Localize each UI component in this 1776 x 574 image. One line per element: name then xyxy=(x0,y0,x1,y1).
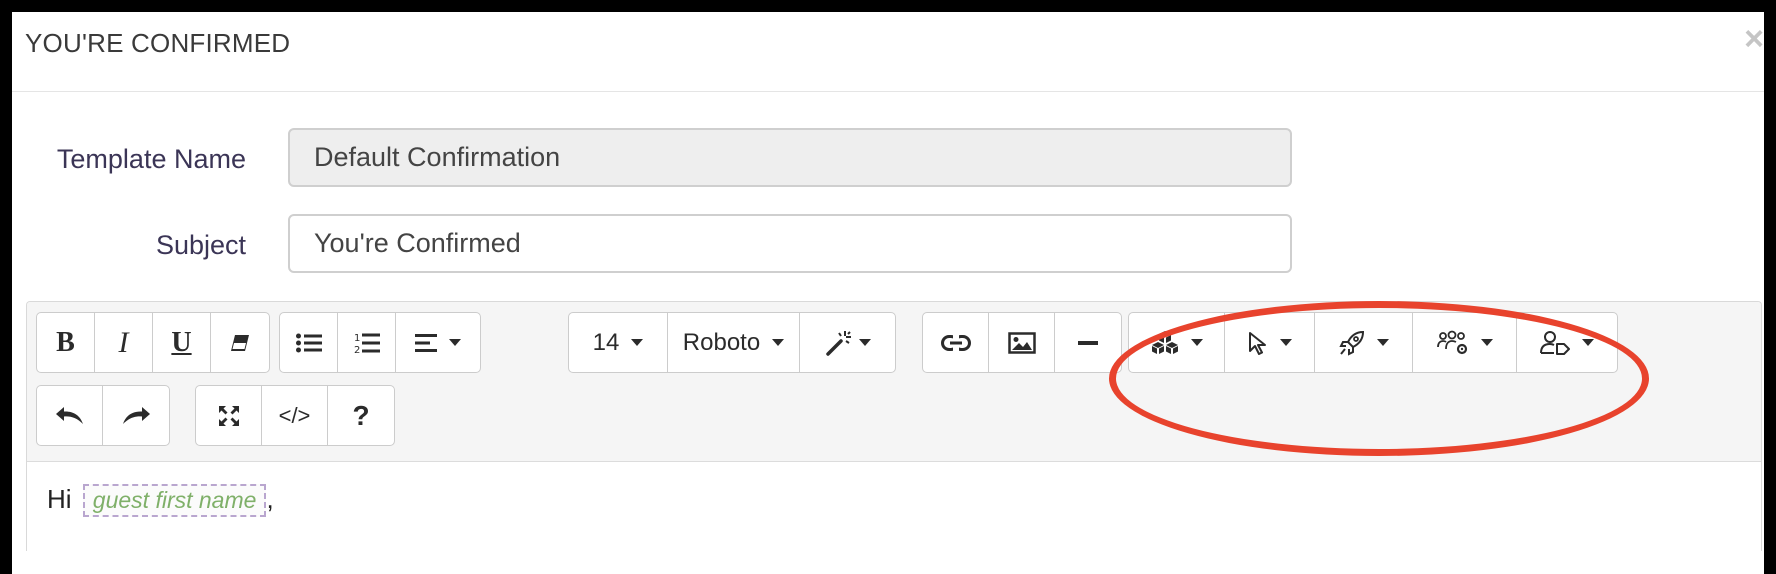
users-gear-icon xyxy=(1436,330,1467,354)
bullet-list-button[interactable] xyxy=(280,313,338,372)
font-family-dropdown[interactable]: Roboto xyxy=(668,313,800,372)
horizontal-rule-button[interactable] xyxy=(1055,313,1121,372)
bold-button[interactable]: B xyxy=(37,313,95,372)
help-icon: ? xyxy=(352,399,370,431)
user-tag-dropdown-button[interactable] xyxy=(1517,313,1617,372)
underline-button[interactable]: U xyxy=(153,313,211,372)
numbered-list-button[interactable]: 12 xyxy=(338,313,396,372)
magic-wand-icon xyxy=(825,330,851,356)
svg-text:1: 1 xyxy=(354,333,360,344)
magic-dropdown-button[interactable] xyxy=(800,313,895,372)
chevron-down-icon xyxy=(1480,339,1493,346)
greeting-text: Hi xyxy=(47,484,72,514)
cursor-pointer-icon xyxy=(1248,331,1266,355)
confirmation-modal: YOU'RE CONFIRMED × Template Name Default… xyxy=(12,12,1764,574)
cubes-icon xyxy=(1151,330,1178,354)
bold-icon: B xyxy=(56,326,75,358)
merge-tag-guest-first-name[interactable]: guest first name xyxy=(82,484,267,517)
modal-title: YOU'RE CONFIRMED xyxy=(25,28,291,58)
chevron-down-icon xyxy=(631,339,644,346)
underline-icon: U xyxy=(171,326,192,358)
chevron-down-icon xyxy=(1582,339,1594,346)
insert-link-button[interactable] xyxy=(923,313,989,372)
italic-button[interactable]: I xyxy=(95,313,153,372)
editor-content-area[interactable]: Hi guest first name, xyxy=(27,462,1761,551)
svg-text:2: 2 xyxy=(354,345,360,355)
insert-button-group xyxy=(922,312,1122,373)
insert-image-button[interactable] xyxy=(989,313,1055,372)
fullscreen-icon xyxy=(218,405,239,426)
align-dropdown-button[interactable] xyxy=(396,313,480,372)
redo-button[interactable] xyxy=(103,386,169,445)
horizontal-rule-icon xyxy=(1078,340,1098,345)
font-size-value: 14 xyxy=(592,328,620,356)
subject-label: Subject xyxy=(155,230,246,260)
fullscreen-button[interactable] xyxy=(196,386,262,445)
link-icon xyxy=(940,334,971,351)
chevron-down-icon xyxy=(449,339,461,346)
close-button[interactable]: × xyxy=(1744,22,1764,56)
font-family-value: Roboto xyxy=(682,328,761,356)
cubes-dropdown-button[interactable] xyxy=(1129,313,1225,372)
align-left-icon xyxy=(415,333,437,352)
chevron-down-icon xyxy=(1376,339,1389,346)
rocket-icon xyxy=(1338,330,1364,356)
undo-icon xyxy=(55,406,83,424)
user-tag-icon xyxy=(1540,330,1570,355)
users-gear-dropdown-button[interactable] xyxy=(1413,313,1517,372)
subject-input[interactable]: You're Confirmed xyxy=(288,214,1292,273)
italic-icon: I xyxy=(118,325,129,359)
bullet-list-icon xyxy=(295,333,322,352)
chevron-down-icon xyxy=(772,339,785,346)
font-size-dropdown[interactable]: 14 xyxy=(569,313,668,372)
rich-text-editor: B I U 12 14 Roboto </> ? Hi guest first … xyxy=(26,301,1762,551)
chevron-down-icon xyxy=(1190,339,1203,346)
paragraph-button-group: 12 xyxy=(279,312,481,373)
template-name-label: Template Name xyxy=(56,144,246,174)
chevron-down-icon xyxy=(858,339,871,346)
history-button-group xyxy=(36,385,170,446)
editor-toolbar: B I U 12 14 Roboto </> ? xyxy=(27,302,1761,462)
clear-format-button[interactable] xyxy=(211,313,269,372)
help-button[interactable]: ? xyxy=(328,386,394,445)
comma-text: , xyxy=(266,484,274,514)
custom-button-group xyxy=(1128,312,1618,373)
font-button-group: 14 Roboto xyxy=(568,312,896,373)
code-view-button[interactable]: </> xyxy=(262,386,328,445)
template-name-input[interactable]: Default Confirmation xyxy=(288,128,1292,187)
rocket-dropdown-button[interactable] xyxy=(1315,313,1413,372)
style-button-group: B I U xyxy=(36,312,270,373)
undo-button[interactable] xyxy=(37,386,103,445)
eraser-icon xyxy=(231,334,249,351)
modal-header: YOU'RE CONFIRMED × xyxy=(12,12,1764,92)
chevron-down-icon xyxy=(1279,339,1292,346)
redo-icon xyxy=(123,406,150,424)
image-icon xyxy=(1007,331,1036,354)
pointer-dropdown-button[interactable] xyxy=(1225,313,1315,372)
code-icon: </> xyxy=(278,402,311,428)
view-button-group: </> ? xyxy=(195,385,395,446)
numbered-list-icon: 12 xyxy=(354,333,380,355)
